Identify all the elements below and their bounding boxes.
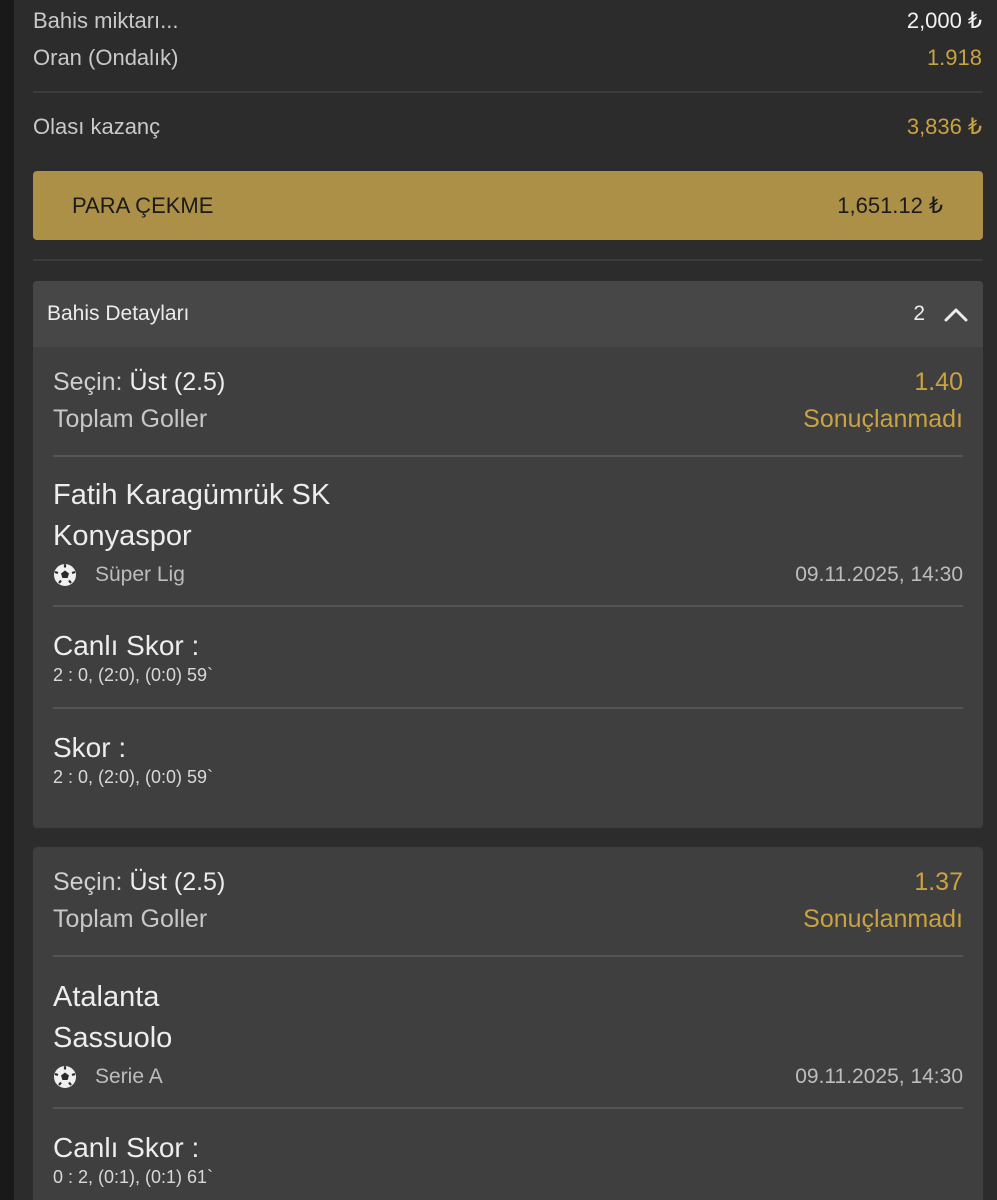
- bet-details-title: Bahis Detayları: [47, 302, 190, 325]
- league-line: Süper Lig 09.11.2025, 14:30: [33, 563, 983, 587]
- stake-row: Bahis miktarı... 2,000 ₺: [33, 4, 982, 38]
- cashout-amount: 1,651.12 ₺: [837, 192, 943, 218]
- selection-count: 2: [913, 302, 925, 325]
- pick-label: Seçin: Üst (2.5): [53, 364, 225, 401]
- stake-label: Bahis miktarı...: [33, 8, 179, 33]
- selection-card-2: Seçin: Üst (2.5) 1.37 Toplam Goller Sonu…: [33, 847, 983, 1200]
- bet-details-header[interactable]: Bahis Detayları 2: [33, 281, 983, 347]
- cashout-button[interactable]: PARA ÇEKME 1,651.12 ₺: [33, 171, 983, 240]
- selection-2: Seçin: Üst (2.5) 1.37 Toplam Goller Sonu…: [33, 847, 983, 938]
- league-name: Süper Lig: [95, 563, 185, 586]
- score-label: Skor :: [53, 732, 127, 763]
- odds-row: Oran (Ondalık) 1.918: [33, 41, 982, 75]
- live-score-label: Canlı Skor :: [53, 630, 200, 661]
- settlement-status: Sonuçlanmadı: [803, 405, 963, 433]
- settlement-status: Sonuçlanmadı: [803, 905, 963, 933]
- chevron-up-icon[interactable]: [943, 305, 969, 323]
- match-info: Atalanta Sassuolo Serie A 09.11.2025, 14…: [33, 957, 983, 1089]
- match-info: Fatih Karagümrük SK Konyaspor Süper Lig …: [33, 457, 983, 587]
- market-name: Toplam Goller: [53, 905, 208, 933]
- league-line: Serie A 09.11.2025, 14:30: [33, 1065, 983, 1089]
- soccer-ball-icon: [54, 564, 76, 586]
- winnings-row: Olası kazanç 3,836 ₺: [33, 110, 982, 144]
- odds-value: 1.918: [926, 45, 982, 70]
- live-score-value: 0 : 2, (0:1), (0:1) 61`: [53, 1167, 214, 1187]
- pick-line: Seçin: Üst (2.5) 1.40: [53, 364, 963, 401]
- pick-prefix: Seçin:: [53, 368, 123, 396]
- cashout-divider: [33, 259, 982, 261]
- score-value: 2 : 0, (2:0), (0:0) 59`: [53, 767, 214, 787]
- away-team: Konyaspor: [53, 520, 192, 552]
- summary-divider: [33, 91, 982, 93]
- pick-value: Üst (2.5): [129, 368, 226, 396]
- pick-line: Seçin: Üst (2.5) 1.37: [53, 864, 963, 901]
- match-datetime: 09.11.2025, 14:30: [795, 1065, 963, 1088]
- live-score-value: 2 : 0, (2:0), (0:0) 59`: [53, 665, 214, 685]
- market-name: Toplam Goller: [53, 405, 208, 433]
- live-score-block: Canlı Skor : 0 : 2, (0:1), (0:1) 61`: [33, 1109, 983, 1189]
- league-name: Serie A: [95, 1065, 163, 1088]
- market-line: Toplam Goller Sonuçlanmadı: [53, 901, 963, 938]
- away-team: Sassuolo: [53, 1022, 173, 1054]
- home-team: Atalanta: [53, 981, 160, 1013]
- selection-1: Seçin: Üst (2.5) 1.40 Toplam Goller Sonu…: [33, 347, 983, 438]
- score-block: Skor : 2 : 0, (2:0), (0:0) 59`: [33, 709, 983, 789]
- home-team: Fatih Karagümrük SK: [53, 479, 331, 511]
- selection-odds: 1.40: [914, 368, 963, 396]
- live-score-block: Canlı Skor : 2 : 0, (2:0), (0:0) 59`: [33, 607, 983, 687]
- match-datetime: 09.11.2025, 14:30: [795, 563, 963, 586]
- live-score-label: Canlı Skor :: [53, 1132, 200, 1163]
- pick-prefix: Seçin:: [53, 868, 123, 896]
- market-line: Toplam Goller Sonuçlanmadı: [53, 401, 963, 438]
- soccer-ball-icon: [54, 1066, 76, 1088]
- cashout-label: PARA ÇEKME: [72, 192, 214, 218]
- bet-details-card: Bahis Detayları 2 Seçin: Üst (2.5) 1.40 …: [33, 281, 983, 828]
- stake-value: 2,000 ₺: [906, 8, 982, 33]
- pick-value: Üst (2.5): [129, 868, 226, 896]
- selection-odds: 1.37: [914, 868, 963, 896]
- odds-label: Oran (Ondalık): [33, 45, 179, 70]
- winnings-value: 3,836 ₺: [906, 114, 982, 139]
- pick-label: Seçin: Üst (2.5): [53, 864, 225, 901]
- winnings-label: Olası kazanç: [33, 114, 161, 139]
